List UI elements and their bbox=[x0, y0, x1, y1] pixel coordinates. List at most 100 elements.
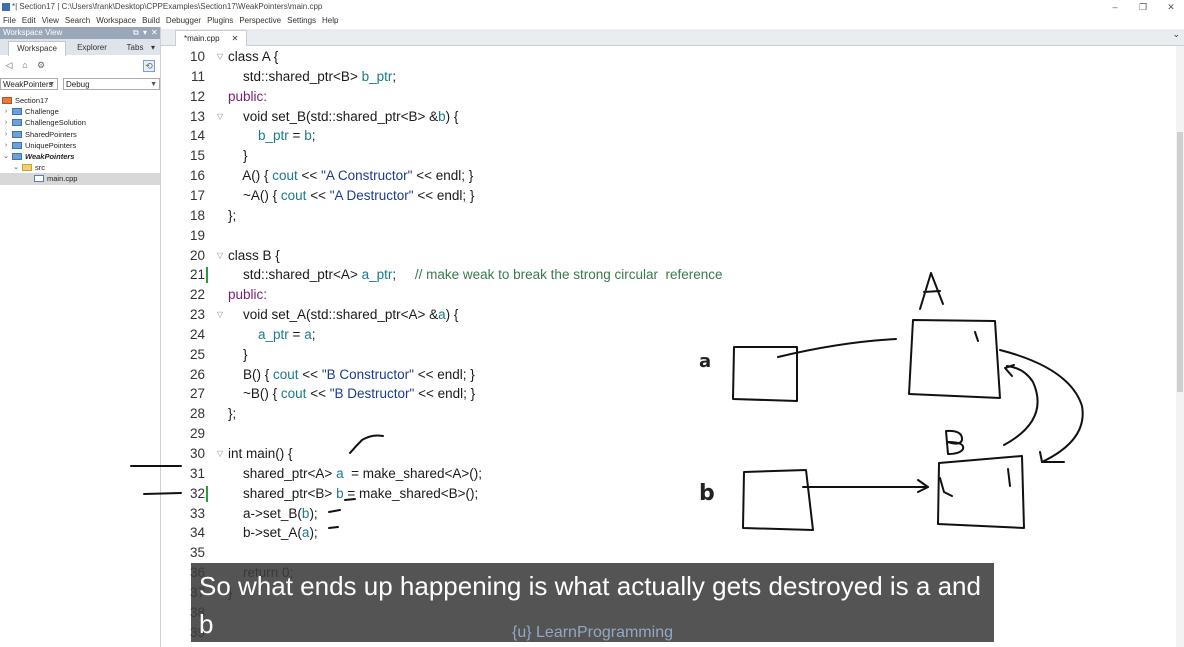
code-token: a_ptr bbox=[361, 267, 393, 283]
menu-view[interactable]: View bbox=[42, 16, 59, 25]
code-line[interactable]: 32 shared_ptr<B> b = make_shared<B>(); bbox=[161, 484, 1176, 504]
minimize-button[interactable]: – bbox=[1103, 0, 1127, 14]
tree-item-label: WeakPointers bbox=[25, 151, 75, 161]
change-marker bbox=[206, 485, 208, 502]
code-line[interactable]: 10 ▽ class A { bbox=[161, 47, 1176, 67]
fold-toggle-icon[interactable]: ▽ bbox=[217, 246, 223, 266]
menu-help[interactable]: Help bbox=[322, 16, 338, 25]
code-token: "B Destructor" bbox=[329, 386, 415, 402]
code-line[interactable]: 30 ▽ int main() { bbox=[161, 444, 1176, 464]
editor-tab-strip: *main.cpp ✕ ⌄ bbox=[161, 29, 1184, 46]
fold-toggle-icon[interactable]: ▽ bbox=[217, 444, 223, 464]
code-line[interactable]: 16 A() { cout << "A Constructor" << endl… bbox=[161, 166, 1176, 186]
folder-icon bbox=[12, 141, 22, 149]
close-button[interactable]: ✕ bbox=[1159, 0, 1183, 14]
code-line[interactable]: 17 ~A() { cout << "A Destructor" << endl… bbox=[161, 186, 1176, 206]
tree-item[interactable]: › ChallengeSolution bbox=[0, 117, 160, 128]
code-line[interactable]: 34 b->set_A(a); bbox=[161, 523, 1176, 543]
menu-file[interactable]: File bbox=[3, 16, 16, 25]
app-icon bbox=[2, 3, 10, 11]
code-line[interactable]: 29 bbox=[161, 424, 1176, 444]
fold-toggle-icon[interactable]: ▽ bbox=[217, 305, 223, 325]
code-text: } bbox=[228, 345, 248, 365]
line-number: 29 bbox=[189, 426, 205, 442]
code-text: int main() { bbox=[228, 444, 293, 464]
fold-toggle-icon[interactable]: ▽ bbox=[217, 47, 223, 67]
code-token: shared_ptr<A> bbox=[228, 465, 337, 481]
folder-icon bbox=[12, 130, 22, 138]
tab-tabs[interactable]: Tabs bbox=[120, 41, 150, 55]
config-select[interactable]: Debug ▼ bbox=[63, 78, 160, 90]
code-line[interactable]: 15 } bbox=[161, 146, 1176, 166]
code-token: << bbox=[297, 168, 322, 184]
code-line[interactable]: 13 ▽ void set_B(std::shared_ptr<B> &b) { bbox=[161, 107, 1176, 127]
code-line[interactable]: 23 ▽ void set_A(std::shared_ptr<A> &a) { bbox=[161, 305, 1176, 325]
menu-workspace[interactable]: Workspace bbox=[96, 16, 136, 25]
detach-icon[interactable]: ⧉ bbox=[133, 27, 139, 39]
maximize-button[interactable]: ❐ bbox=[1131, 0, 1155, 14]
tree-item[interactable]: main.cpp bbox=[0, 173, 160, 185]
tab-explorer[interactable]: Explorer bbox=[68, 41, 116, 55]
editor-tab-main-cpp[interactable]: *main.cpp ✕ bbox=[175, 30, 248, 46]
panel-close-icon[interactable]: ✕ bbox=[151, 27, 158, 39]
fold-toggle-icon[interactable]: ▽ bbox=[217, 107, 223, 127]
tree-item[interactable]: ⌄ WeakPointers bbox=[0, 151, 160, 162]
chevron-right-icon[interactable]: › bbox=[2, 129, 10, 140]
chevron-right-icon[interactable]: › bbox=[2, 106, 10, 117]
project-select[interactable]: WeakPointers ▼ bbox=[0, 78, 58, 90]
code-token: << endl; } bbox=[413, 187, 475, 203]
settings-gear-icon[interactable]: ⚙ bbox=[36, 60, 46, 70]
tab-close-icon[interactable]: ✕ bbox=[232, 34, 239, 43]
tree-item[interactable]: › Challenge bbox=[0, 106, 160, 117]
code-line[interactable]: 26 B() { cout << "B Constructor" << endl… bbox=[161, 365, 1176, 385]
code-editor[interactable]: 10 ▽ class A {11 std::shared_ptr<B> b_ptr;… bbox=[161, 46, 1176, 647]
code-text: } bbox=[228, 146, 248, 166]
code-line[interactable]: 14 b_ptr = b; bbox=[161, 126, 1176, 146]
menu-settings[interactable]: Settings bbox=[287, 16, 316, 25]
code-line[interactable]: 28}; bbox=[161, 404, 1176, 424]
collapse-icon[interactable]: ◁ bbox=[4, 60, 14, 70]
code-line[interactable]: 33 a->set_B(b); bbox=[161, 504, 1176, 524]
scrollbar-thumb[interactable] bbox=[1177, 132, 1183, 392]
code-line[interactable]: 35 bbox=[161, 543, 1176, 563]
tree-item[interactable]: › UniquePointers bbox=[0, 140, 160, 151]
code-token: ); bbox=[309, 525, 318, 541]
project-tree: Section17 › Challenge › ChallengeSolution › Sh… bbox=[0, 95, 160, 185]
home-icon[interactable]: ⌂ bbox=[20, 60, 30, 70]
code-line[interactable]: 20 ▽ class B { bbox=[161, 246, 1176, 266]
tree-item[interactable]: Section17 bbox=[0, 95, 160, 106]
tabs-menu-icon[interactable]: ▾ bbox=[148, 41, 158, 55]
menu-edit[interactable]: Edit bbox=[22, 16, 36, 25]
line-number: 15 bbox=[189, 148, 205, 164]
code-line[interactable]: 19 bbox=[161, 226, 1176, 246]
code-line[interactable]: 27 ~B() { cout << "B Destructor" << endl… bbox=[161, 384, 1176, 404]
link-editor-icon[interactable]: ⟲ bbox=[143, 60, 155, 72]
chevron-right-icon[interactable]: › bbox=[2, 140, 10, 151]
tab-list-chevron-icon[interactable]: ⌄ bbox=[1172, 29, 1180, 40]
project-select-value: WeakPointers bbox=[3, 80, 53, 89]
chevron-down-icon[interactable]: ⌄ bbox=[2, 151, 10, 162]
menu-plugins[interactable]: Plugins bbox=[207, 16, 233, 25]
tree-item[interactable]: › SharedPointers bbox=[0, 129, 160, 140]
code-line[interactable]: 11 std::shared_ptr<B> b_ptr; bbox=[161, 67, 1176, 87]
tree-item[interactable]: ⌄ src bbox=[0, 162, 160, 173]
code-line[interactable]: 22 public: bbox=[161, 285, 1176, 305]
code-line[interactable]: 24 a_ptr = a; bbox=[161, 325, 1176, 345]
code-line[interactable]: 18}; bbox=[161, 206, 1176, 226]
tab-workspace[interactable]: Workspace bbox=[8, 41, 66, 56]
menu-build[interactable]: Build bbox=[142, 16, 160, 25]
chevron-right-icon[interactable]: › bbox=[2, 117, 10, 128]
code-token: << bbox=[298, 366, 322, 382]
panel-menu-icon[interactable]: ▾ bbox=[143, 27, 147, 39]
code-line[interactable]: 12 public: bbox=[161, 87, 1176, 107]
menu-perspective[interactable]: Perspective bbox=[239, 16, 281, 25]
code-token: ~A() { bbox=[228, 187, 281, 203]
code-line[interactable]: 31 shared_ptr<A> a = make_shared<A>(); bbox=[161, 464, 1176, 484]
menu-search[interactable]: Search bbox=[65, 16, 90, 25]
code-line[interactable]: 21 std::shared_ptr<A> a_ptr; // make wea… bbox=[161, 265, 1176, 285]
code-token: "A Destructor" bbox=[329, 187, 414, 203]
menu-debugger[interactable]: Debugger bbox=[166, 16, 201, 25]
code-line[interactable]: 25 } bbox=[161, 345, 1176, 365]
chevron-down-icon[interactable]: ⌄ bbox=[12, 162, 20, 173]
